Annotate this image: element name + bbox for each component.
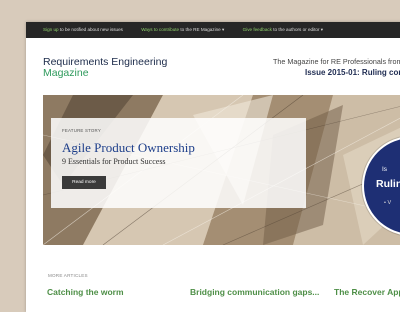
article-link[interactable]: Catching the worm <box>47 287 124 297</box>
article-link[interactable]: Bridging communication gaps... <box>190 287 319 297</box>
badge-line-2: Rulin <box>376 178 400 190</box>
read-more-button[interactable]: Read more <box>62 176 106 189</box>
current-issue-title[interactable]: Issue 2015-01: Ruling comp <box>305 68 400 77</box>
feature-story-title[interactable]: Agile Product Ownership <box>62 140 195 156</box>
signup-link[interactable]: Sign up <box>43 27 59 32</box>
more-articles-heading: MORE ARTICLES <box>48 273 88 278</box>
article-link[interactable]: The Recover Appro <box>334 287 400 297</box>
top-announcement-bar: Sign up to be notified about new issues … <box>26 22 400 38</box>
magazine-page: Sign up to be notified about new issues … <box>26 22 400 312</box>
site-tagline: The Magazine for RE Professionals from <box>273 57 400 66</box>
feature-story-card: FEATURE STORY Agile Product Ownership 9 … <box>51 118 306 208</box>
hero-banner[interactable]: FEATURE STORY Agile Product Ownership 9 … <box>43 95 400 245</box>
contribute-link[interactable]: Ways to contribute <box>141 27 179 32</box>
feedback-notice: Give feedback to the authors or editor ▾ <box>242 27 324 32</box>
badge-line-3: • V <box>384 200 392 206</box>
chevron-down-icon[interactable]: ▾ <box>222 27 224 32</box>
badge-line-1: Is <box>382 166 388 173</box>
signup-notice: Sign up to be notified about new issues <box>43 27 123 32</box>
feedback-link[interactable]: Give feedback <box>243 27 272 32</box>
logo-line-1: Requirements Engineering <box>43 56 168 68</box>
contribute-notice: Ways to contribute to the RE Magazine ▾ <box>141 27 225 32</box>
feature-story-label: FEATURE STORY <box>62 128 101 133</box>
chevron-down-icon[interactable]: ▾ <box>321 27 323 32</box>
site-logo[interactable]: Requirements Engineering Magazine <box>43 57 167 78</box>
feature-story-subtitle: 9 Essentials for Product Success <box>62 157 166 166</box>
logo-line-2: Magazine <box>43 66 89 79</box>
